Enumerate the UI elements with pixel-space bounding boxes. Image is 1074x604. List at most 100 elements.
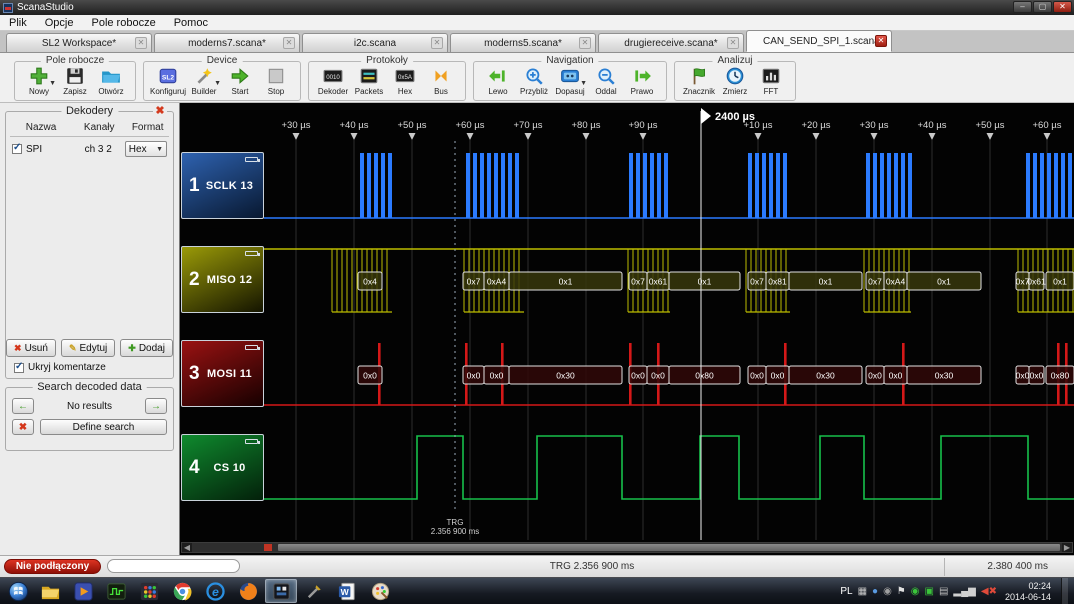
hide-comments-row[interactable]: Ukryj komentarze [10,361,169,373]
start-button[interactable]: Start [222,66,258,99]
timeline-tick: +70 µs [514,120,543,140]
format-select[interactable]: Hex ▼ [124,141,167,157]
taskbar-item-logic-analyzer[interactable] [100,579,132,603]
zmierz-button[interactable]: Zmierz [717,66,753,99]
lewo-button[interactable]: Lewo [480,66,516,99]
channel-label-sclk-13[interactable]: 1 SCLK 13 [181,152,264,219]
add-decoder-button[interactable]: ✚ Dodaj [120,339,173,357]
channel-label-cs-10[interactable]: 4 CS 10 [181,434,264,501]
scroll-right-icon[interactable]: ▶ [1062,543,1072,552]
dopasuj-button[interactable]: ▼ Dopasuj [552,66,588,99]
tab-moderns7-scana-[interactable]: moderns7.scana* ✕ [154,33,300,52]
channel-label-miso-12[interactable]: 2 MISO 12 [181,246,264,313]
language-indicator[interactable]: PL [840,586,852,597]
mosi-decoded-value: 0x0 [646,365,670,385]
taskbar-item-media-player[interactable] [67,579,99,603]
search-prev-button[interactable]: ← [12,398,34,414]
search-clear-button[interactable]: ✖ [12,419,34,435]
otw-rz-button[interactable]: Otwórz [93,66,129,99]
taskbar-item-chrome[interactable] [166,579,198,603]
volume-muted-icon[interactable]: ◀✖ [981,586,997,597]
define-search-button[interactable]: Define search [40,419,167,435]
close-button[interactable]: ✕ [1053,1,1072,13]
builder-button[interactable]: ▼ Builder [186,66,222,99]
taskbar-clock[interactable]: 02:24 2014-06-14 [1005,581,1051,603]
menu-item-pomoc[interactable]: Pomoc [165,17,217,29]
taskbar-item-internet-explorer[interactable]: e [199,579,231,603]
maximize-button[interactable]: ▢ [1033,1,1052,13]
chevron-down-icon[interactable]: ▼ [214,80,221,87]
flag-icon[interactable]: ⚑ [897,586,906,597]
network-icon[interactable]: ▂▄▆ [953,586,975,597]
delete-decoder-button[interactable]: ✖ Usuń [6,339,56,357]
zapisz-button[interactable]: Zapisz [57,66,93,99]
fft-button[interactable]: FFT [753,66,789,99]
svg-text:0x1: 0x1 [819,277,833,287]
przybli--button[interactable]: Przybliż [516,66,552,99]
tab-moderns5-scana-[interactable]: moderns5.scana* ✕ [450,33,596,52]
cursor-marker[interactable]: 2400 µs [700,108,755,540]
tab-close-icon[interactable]: ✕ [579,37,591,49]
miso-decoded-value: 0x1 [906,271,982,291]
tab-i2c-scana[interactable]: i2c.scana ✕ [302,33,448,52]
decoder-checkbox[interactable] [12,142,22,154]
decoders-close-icon[interactable]: ✖ [153,104,167,118]
svg-text:0x81: 0x81 [768,277,787,287]
packets-button[interactable]: Packets [351,66,387,99]
edit-decoder-button[interactable]: ✎ Edytuj [60,339,116,357]
tab-close-icon[interactable]: ✕ [727,37,739,49]
show-desktop-button[interactable] [1061,578,1068,604]
tab-sl2-workspace-[interactable]: SL2 Workspace* ✕ [6,33,152,52]
hex-button[interactable]: 0x5A Hex [387,66,423,99]
decoder-row[interactable]: SPI ch 3 2 Hex ▼ [10,137,169,161]
taskbar-item-word[interactable]: W [331,579,363,603]
nowy-button[interactable]: ▼ Nowy [21,66,57,99]
menu-item-pole-robocze[interactable]: Pole robocze [82,17,164,29]
menu-item-plik[interactable]: Plik [0,17,36,29]
minimize-button[interactable]: – [1013,1,1032,13]
miso-decoded-value: 0x1 [508,271,623,291]
stop-button[interactable]: Stop [258,66,294,99]
scroll-left-icon[interactable]: ◀ [182,543,192,552]
chevron-down-icon[interactable]: ▼ [49,80,56,87]
menu-item-opcje[interactable]: Opcje [36,17,83,29]
waveform-plot[interactable]: +30 µs +40 µs +50 µs +60 µs +70 µs +80 µs +90 … [180,103,1074,555]
tab-drugiereceive-scana-[interactable]: drugiereceive.scana* ✕ [598,33,744,52]
scrollbar-thumb[interactable] [278,544,1060,551]
tab-close-icon[interactable]: ✕ [283,37,295,49]
tab-close-icon[interactable]: ✕ [135,37,147,49]
tab-can-send-spi-1-scana-[interactable]: CAN_SEND_SPI_1.scana* ✕ [746,30,892,52]
trigger-marker: TRG2.356 900 ms [431,141,479,536]
keyboard-icon[interactable]: ▦ [858,586,867,597]
oddal-button[interactable]: Oddal [588,66,624,99]
hide-comments-checkbox[interactable] [14,361,24,373]
update-icon[interactable]: ◉ [883,586,892,597]
toolbar-button-label: Znacznik [682,87,715,96]
search-next-button[interactable]: → [144,398,167,414]
app-blue-icon[interactable]: ● [872,586,878,597]
taskbar-item-paint[interactable] [364,579,396,603]
tab-close-icon[interactable]: ✕ [431,37,443,49]
dekoder-button[interactable]: 0010 Dekoder [315,66,351,99]
chevron-down-icon[interactable]: ▼ [580,80,587,87]
konfiguruj-button[interactable]: SL2 Konfiguruj [150,66,186,99]
svg-text:0x0: 0x0 [750,371,764,381]
taskbar-item-firefox[interactable] [232,579,264,603]
taskbar-item-scanastudio[interactable] [265,579,297,603]
scheduler-icon[interactable]: ▣ [925,586,934,597]
clipboard-icon[interactable]: ▤ [939,586,948,597]
miso-decoded-value: 0x4 [357,271,383,291]
start-button[interactable] [3,579,33,603]
status-green-icon[interactable]: ◉ [911,586,920,597]
scrollbar-track[interactable] [192,543,1062,552]
znacznik-button[interactable]: Znacznik [681,66,717,99]
channel-label-mosi-11[interactable]: 3 MOSI 11 [181,340,264,407]
horizontal-scrollbar[interactable]: ◀ ▶ [181,542,1073,553]
taskbar-item-explorer[interactable] [34,579,66,603]
prawo-button[interactable]: Prawo [624,66,660,99]
bus-button[interactable]: Bus [423,66,459,99]
taskbar-item-color-grid-app[interactable] [133,579,165,603]
taskbar-item-tools-app[interactable] [298,579,330,603]
svg-text:+30 µs: +30 µs [282,120,311,131]
tab-close-icon[interactable]: ✕ [875,35,887,47]
